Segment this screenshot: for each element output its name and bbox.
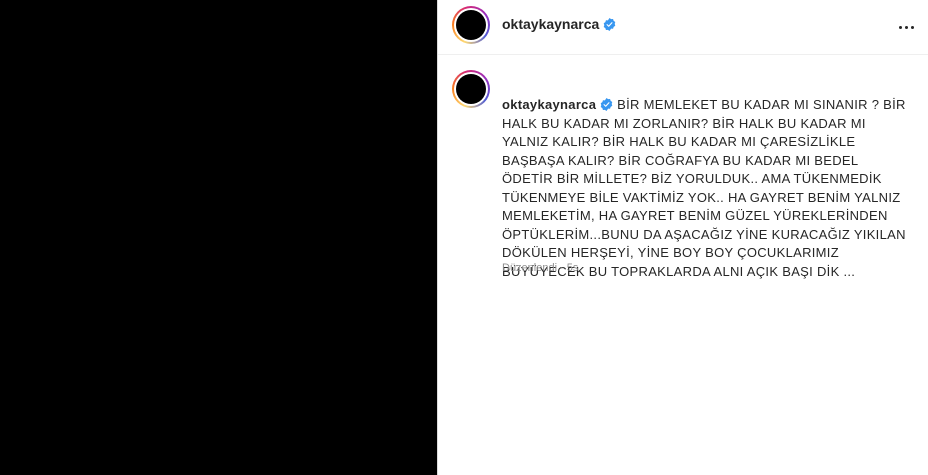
post-media[interactable] — [0, 0, 437, 475]
caption-story-ring[interactable] — [452, 70, 490, 108]
header-username[interactable]: oktaykaynarca — [502, 16, 616, 32]
avatar[interactable] — [456, 10, 486, 40]
timestamp[interactable]: 5s — [567, 262, 579, 274]
edited-label: Düzenlendi — [502, 262, 558, 274]
more-options-icon[interactable] — [894, 15, 918, 39]
post-meta: Düzenlendi · 5s — [502, 262, 578, 274]
post-header: oktaykaynarca — [438, 0, 928, 55]
header-username-text[interactable]: oktaykaynarca — [502, 16, 599, 32]
verified-badge-icon — [600, 98, 613, 111]
story-ring[interactable] — [452, 6, 490, 44]
verified-badge-icon — [604, 18, 616, 31]
post-side-panel: oktaykaynarca oktaykaynarca BİR MEMLEKET… — [437, 0, 928, 475]
post-caption: oktaykaynarca BİR MEMLEKET BU KADAR MI S… — [502, 70, 912, 281]
meta-separator: · — [560, 262, 564, 274]
caption-username[interactable]: oktaykaynarca — [502, 97, 596, 112]
caption-text: BİR MEMLEKET BU KADAR MI SINANIR ? BİR H… — [502, 97, 906, 279]
caption-avatar[interactable] — [456, 74, 486, 104]
